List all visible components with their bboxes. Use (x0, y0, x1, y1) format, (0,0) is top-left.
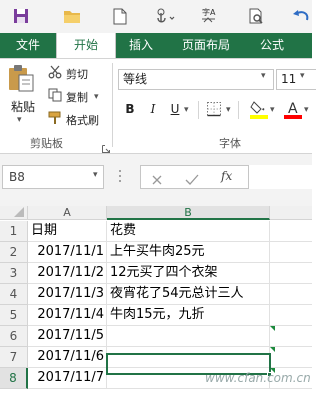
underline-dropdown-icon[interactable]: ▾ (184, 105, 189, 115)
row-header[interactable]: 5 (0, 305, 28, 326)
watermark: www.cfan.com.cn (205, 371, 311, 385)
svg-text:字: 字 (202, 7, 210, 17)
font-name-dropdown-icon[interactable]: ▾ (261, 71, 266, 81)
cell-c2[interactable] (270, 242, 312, 263)
format-painter-button[interactable]: 格式刷 (48, 111, 99, 128)
cell-c3[interactable] (270, 263, 312, 284)
svg-text:A: A (210, 8, 216, 17)
copy-button[interactable]: 复制 ▾ (48, 88, 99, 105)
cell-b1[interactable]: 花费 (107, 221, 270, 242)
cell-a1[interactable]: 日期 (28, 221, 107, 242)
cell-a4[interactable]: 2017/11/3 (28, 284, 107, 305)
font-color-dropdown-icon[interactable]: ▾ (304, 105, 309, 115)
cut-label: 剪切 (66, 67, 88, 81)
row-header[interactable]: 8 (0, 368, 28, 389)
column-header-a[interactable]: A (28, 206, 107, 220)
cell-a7[interactable]: 2017/11/6 (28, 347, 107, 368)
row-header[interactable]: 7 (0, 347, 28, 368)
column-header-b[interactable]: B (107, 206, 270, 220)
copy-icon (48, 88, 62, 105)
cell-b5[interactable]: 牛肉15元，九折 (107, 305, 270, 326)
formula-bar-grip-icon[interactable] (118, 168, 122, 184)
row-header[interactable]: 4 (0, 284, 28, 305)
borders-icon[interactable] (206, 101, 222, 121)
font-size-dropdown-icon[interactable]: ▾ (300, 71, 305, 81)
cell-c1[interactable] (270, 221, 312, 242)
new-file-icon[interactable] (110, 5, 130, 27)
borders-dropdown-icon[interactable]: ▾ (226, 105, 231, 115)
print-preview-icon[interactable] (245, 5, 267, 27)
cell-a5[interactable]: 2017/11/4 (28, 305, 107, 326)
tab-page-layout[interactable]: 页面布局 (166, 33, 246, 58)
italic-button[interactable]: I (145, 100, 161, 118)
cell-b4[interactable]: 夜宵花了54元总计三人 (107, 284, 270, 305)
format-divider (238, 101, 239, 119)
format-painter-label: 格式刷 (66, 113, 99, 127)
fill-color-icon[interactable] (250, 99, 268, 123)
open-folder-icon[interactable] (60, 5, 84, 27)
clipboard-group-label: 剪贴板 (30, 137, 63, 150)
row-header[interactable]: 2 (0, 242, 28, 263)
row-header[interactable]: 3 (0, 263, 28, 284)
format-divider (198, 101, 199, 119)
cancel-icon[interactable] (151, 171, 163, 190)
column-header-c[interactable] (270, 206, 312, 220)
copy-label: 复制 (66, 90, 88, 104)
select-all-corner[interactable] (0, 206, 28, 220)
cell-a2[interactable]: 2017/11/1 (28, 242, 107, 263)
copy-dropdown-icon[interactable]: ▾ (94, 92, 99, 102)
formula-input[interactable] (248, 165, 312, 189)
cell-b2[interactable]: 上午买牛肉25元 (107, 242, 270, 263)
error-indicator-icon[interactable] (270, 347, 275, 352)
pinyin-icon[interactable]: 字A (198, 5, 220, 27)
error-indicator-icon[interactable] (270, 326, 275, 331)
row-header[interactable]: 1 (0, 221, 28, 242)
font-group-label: 字体 (219, 137, 241, 150)
scissors-icon (48, 65, 62, 82)
paste-button[interactable]: 粘贴 (11, 98, 35, 115)
paste-icon[interactable] (6, 63, 40, 93)
tab-formulas[interactable]: 公式 (246, 33, 298, 58)
tab-home[interactable]: 开始 (56, 33, 116, 58)
cell-c5[interactable] (270, 305, 312, 326)
save-icon[interactable] (10, 5, 32, 27)
cell-b3[interactable]: 12元买了四个衣架 (107, 263, 270, 284)
clipboard-launcher-icon[interactable] (102, 138, 110, 153)
cell-c7[interactable] (270, 347, 312, 368)
cell-c4[interactable] (270, 284, 312, 305)
svg-text:A: A (288, 101, 298, 117)
fill-color-dropdown-icon[interactable]: ▾ (270, 105, 275, 115)
ribbon-group-divider (112, 63, 113, 147)
ribbon-home: 粘贴 ▾ 剪切 复制 ▾ 格式刷 剪贴板 等线 ▾ 11 ▾ B I U ▾ ▾… (0, 59, 316, 153)
cell-c6[interactable] (270, 326, 312, 347)
undo-icon[interactable] (290, 5, 312, 27)
cut-button[interactable]: 剪切 (48, 65, 88, 82)
tab-insert[interactable]: 插入 (116, 33, 166, 58)
name-box-dropdown-icon[interactable]: ▾ (93, 170, 98, 180)
cell-a8[interactable]: 2017/11/7 (28, 368, 107, 389)
bold-button[interactable]: B (122, 100, 138, 118)
font-name-select[interactable]: 等线 (118, 69, 274, 90)
paste-dropdown-icon[interactable]: ▾ (17, 115, 22, 125)
quick-access-toolbar: 字A (0, 0, 312, 33)
formula-bar: B8 ▾ fx (0, 154, 312, 206)
cell-b6[interactable] (107, 326, 270, 347)
cell-a3[interactable]: 2017/11/2 (28, 263, 107, 284)
name-box[interactable]: B8 (2, 165, 104, 189)
insert-function-button[interactable]: fx (221, 169, 232, 183)
format-painter-icon (48, 111, 62, 128)
tab-file[interactable]: 文件 (0, 33, 56, 58)
font-color-icon[interactable]: A (284, 99, 302, 123)
ribbon-tab-bar: 文件 开始 插入 页面布局 公式 (0, 33, 312, 58)
cell-a6[interactable]: 2017/11/5 (28, 326, 107, 347)
enter-icon[interactable] (185, 171, 199, 190)
font-size-select[interactable]: 11 (276, 69, 316, 90)
underline-button[interactable]: U (167, 100, 183, 118)
row-header[interactable]: 6 (0, 326, 28, 347)
touch-mode-icon[interactable] (152, 5, 178, 27)
